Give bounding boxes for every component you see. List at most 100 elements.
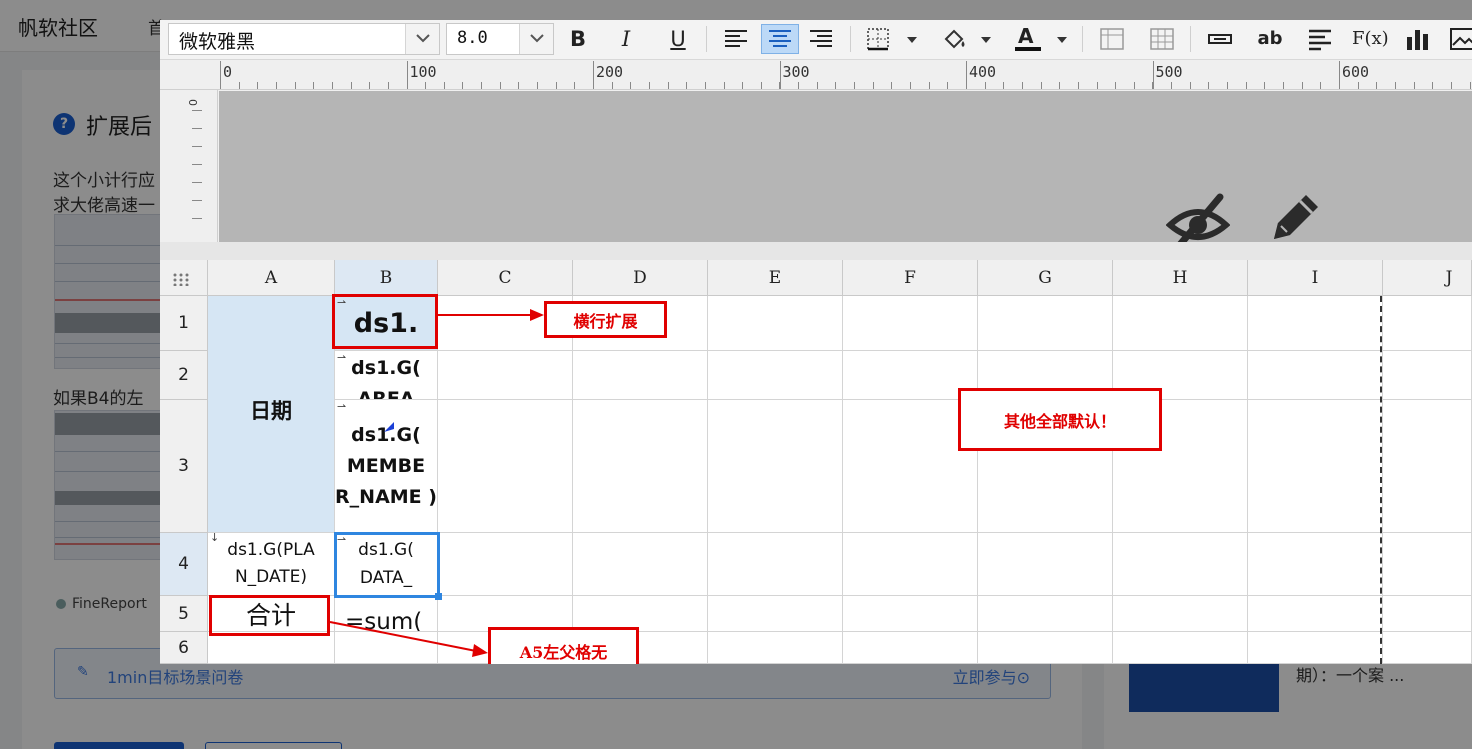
toolbar-divider — [1190, 26, 1191, 52]
ruler-tick — [192, 164, 202, 165]
ruler-minor-tick — [220, 82, 221, 89]
align-center-icon — [769, 30, 791, 47]
ruler-minor-tick — [1041, 82, 1042, 89]
ruler-minor-tick — [537, 82, 538, 89]
ruler-minor-tick — [1003, 82, 1004, 89]
chevron-down-icon[interactable] — [980, 24, 992, 54]
chevron-down-icon[interactable] — [405, 24, 439, 54]
table-icon — [1100, 28, 1124, 50]
chevron-down-icon[interactable] — [519, 24, 553, 54]
ruler-tick — [192, 218, 202, 219]
font-size-value: 8.0 — [457, 28, 488, 48]
align-right-button[interactable] — [805, 24, 837, 54]
border-button[interactable] — [862, 24, 894, 54]
fill-color-button[interactable] — [938, 24, 970, 54]
italic-button[interactable]: I — [610, 24, 642, 54]
ruler-minor-tick — [1227, 82, 1228, 89]
ruler-minor-tick — [668, 82, 669, 89]
ruler-minor-tick — [705, 82, 706, 89]
annotation-arrows — [329, 309, 544, 657]
ruler-minor-tick — [239, 82, 240, 89]
font-size-select[interactable]: 8.0 — [446, 23, 554, 55]
ruler-label: 0 — [187, 99, 200, 106]
ruler-minor-tick — [1320, 82, 1321, 89]
chevron-down-icon[interactable] — [1056, 24, 1068, 54]
align-left-button[interactable] — [720, 24, 752, 54]
ruler-label: 300 — [782, 63, 810, 81]
image-button[interactable] — [1446, 24, 1472, 54]
ruler-minor-tick — [1134, 82, 1135, 89]
ruler-minor-tick — [929, 82, 930, 89]
ruler-minor-tick — [593, 82, 594, 89]
ruler-tick — [192, 146, 202, 147]
ruler-minor-tick — [1022, 82, 1023, 89]
ruler-minor-tick — [1097, 82, 1098, 89]
ruler-minor-tick — [1432, 82, 1433, 89]
align-center-button[interactable] — [761, 24, 799, 54]
cursor-arrow-icon — [384, 422, 394, 432]
ruler-minor-tick — [1451, 82, 1452, 89]
ruler-label: 0 — [223, 63, 233, 81]
grid-button[interactable] — [1146, 24, 1178, 54]
font-family-value: 微软雅黑 — [179, 31, 256, 53]
ruler-label: 600 — [1342, 63, 1370, 81]
pencil-icon[interactable] — [1264, 189, 1324, 249]
font-color-button[interactable]: A — [1012, 24, 1044, 54]
text-field-button[interactable] — [1204, 24, 1236, 54]
text-widget-button[interactable]: ab — [1254, 24, 1286, 54]
vertical-ruler: 0 — [160, 90, 218, 242]
ruler-minor-tick — [1059, 82, 1060, 89]
ruler-minor-tick — [518, 82, 519, 89]
ruler-minor-tick — [612, 82, 613, 89]
ruler-tick — [192, 200, 202, 201]
ruler-tick — [192, 182, 202, 183]
ruler-minor-tick — [1115, 82, 1116, 89]
ruler-minor-tick — [1395, 82, 1396, 89]
ruler-minor-tick — [295, 82, 296, 89]
report-header-canvas[interactable] — [219, 91, 1472, 251]
underline-button[interactable]: U — [662, 24, 694, 54]
spreadsheet-grid: A B C D E F G H I J 1 2 3 4 5 6 日期 ⇀ ds1… — [160, 260, 1472, 664]
bar-chart-icon — [1407, 30, 1428, 50]
paint-bucket-icon — [944, 29, 965, 49]
ruler-minor-tick — [686, 82, 687, 89]
ruler-minor-tick — [779, 82, 780, 89]
bold-button[interactable]: B — [562, 24, 594, 54]
ruler-label: 500 — [1155, 63, 1183, 81]
ruler-minor-tick — [388, 82, 389, 89]
ruler-label: 200 — [596, 63, 624, 81]
ruler-tick — [192, 110, 202, 111]
ruler-minor-tick — [966, 82, 967, 89]
ruler-minor-tick — [854, 82, 855, 89]
ruler-tick — [192, 128, 202, 129]
font-family-select[interactable]: 微软雅黑 — [168, 23, 440, 55]
svg-text:A: A — [1018, 25, 1034, 48]
ruler-minor-tick — [369, 82, 370, 89]
ruler-minor-tick — [1078, 82, 1079, 89]
toolbar-divider — [850, 26, 851, 52]
ruler-label: 400 — [969, 63, 997, 81]
formula-button[interactable]: F(x) — [1352, 24, 1389, 54]
report-designer-screenshot: 微软雅黑 8.0 B I U A ab F(x) 0 100 200 300 4… — [160, 20, 1472, 664]
ruler-minor-tick — [817, 82, 818, 89]
image-icon — [1450, 28, 1472, 50]
ruler-minor-tick — [761, 82, 762, 89]
horizontal-ruler: 0 100 200 300 400 500 600 — [160, 60, 1472, 90]
ruler-minor-tick — [1246, 82, 1247, 89]
chevron-down-icon[interactable] — [906, 24, 918, 54]
ruler-minor-tick — [1152, 82, 1153, 89]
ruler-minor-tick — [891, 82, 892, 89]
align-left-icon — [725, 30, 747, 47]
ruler-minor-tick — [481, 82, 482, 89]
freeze-button[interactable] — [1096, 24, 1128, 54]
chart-button[interactable] — [1402, 24, 1434, 54]
ruler-minor-tick — [407, 82, 408, 89]
ruler-minor-tick — [1302, 82, 1303, 89]
ruler-minor-tick — [910, 82, 911, 89]
ruler-label: 100 — [409, 63, 437, 81]
paragraph-button[interactable] — [1304, 24, 1336, 54]
text-field-icon — [1208, 34, 1232, 44]
ruler-minor-tick — [985, 82, 986, 89]
ruler-minor-tick — [425, 82, 426, 89]
ruler-minor-tick — [1208, 82, 1209, 89]
